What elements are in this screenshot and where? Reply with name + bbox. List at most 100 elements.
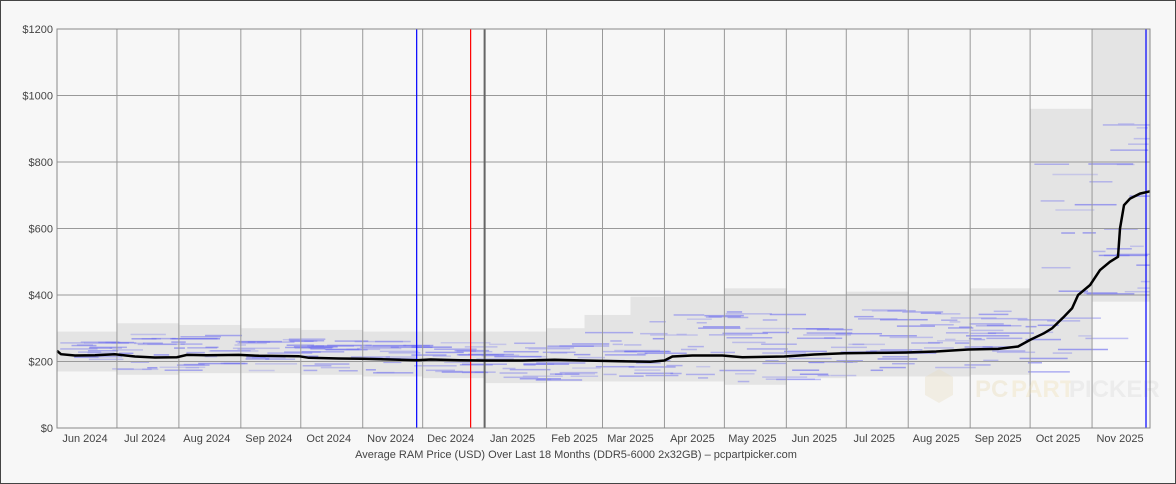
listing-price-bar bbox=[234, 344, 247, 346]
listing-price-bar bbox=[1130, 245, 1144, 248]
listing-price-bar bbox=[993, 310, 1012, 313]
x-tick-label: Dec 2024 bbox=[427, 433, 474, 445]
listing-price-bar bbox=[726, 311, 743, 313]
listing-price-bar bbox=[208, 350, 259, 352]
listing-price-bar bbox=[237, 348, 256, 350]
y-axis: $0 $200 $400 $600 $800 $1000 $1200 bbox=[22, 24, 53, 435]
listing-price-bar bbox=[314, 363, 350, 365]
listing-price-bar bbox=[680, 348, 697, 351]
listing-price-bar bbox=[1082, 232, 1096, 234]
listing-price-bar bbox=[248, 369, 275, 372]
x-tick-label: Jan 2025 bbox=[490, 433, 535, 445]
listing-price-bar bbox=[376, 371, 395, 374]
listing-price-bar bbox=[735, 373, 755, 375]
listing-price-bar bbox=[1041, 266, 1071, 269]
listing-price-bar bbox=[650, 334, 698, 336]
listing-price-bar bbox=[652, 337, 664, 340]
x-tick-label: Jul 2024 bbox=[124, 433, 166, 445]
listing-price-bar bbox=[411, 344, 430, 347]
listing-price-bar bbox=[153, 354, 170, 356]
listing-price-bar bbox=[117, 368, 152, 371]
price-range-segment bbox=[1030, 108, 1069, 362]
listing-price-bar bbox=[137, 343, 177, 346]
listing-price-bar bbox=[1074, 203, 1117, 206]
listing-price-bar bbox=[237, 342, 267, 345]
listing-price-bar bbox=[830, 346, 867, 349]
listing-price-bar bbox=[892, 362, 915, 365]
listing-price-bar bbox=[610, 340, 622, 342]
listing-price-bar bbox=[687, 345, 704, 348]
listing-price-bar bbox=[762, 331, 789, 334]
price-range-segment bbox=[786, 295, 847, 379]
listing-price-bar bbox=[554, 373, 580, 375]
listing-price-bar bbox=[183, 363, 205, 366]
listing-price-bar bbox=[737, 380, 750, 383]
listing-price-bar bbox=[282, 338, 300, 341]
listing-price-bar bbox=[923, 347, 954, 349]
x-tick-label: Jun 2024 bbox=[62, 433, 107, 445]
listing-price-bar bbox=[547, 345, 594, 347]
listing-price-bar bbox=[205, 346, 219, 349]
listing-price-bar bbox=[432, 355, 452, 357]
listing-price-bar bbox=[170, 337, 221, 340]
listing-price-bar bbox=[830, 374, 857, 377]
listing-price-bar bbox=[1019, 357, 1068, 360]
listing-price-bar bbox=[698, 327, 741, 329]
x-tick-label: Apr 2025 bbox=[670, 433, 715, 445]
y-tick-label: $400 bbox=[29, 290, 53, 302]
listing-price-bar bbox=[969, 323, 1004, 325]
listing-price-bar bbox=[499, 372, 528, 374]
listing-price-bar bbox=[769, 313, 807, 316]
listing-price-bar bbox=[1052, 173, 1098, 176]
listing-price-bar bbox=[180, 343, 203, 345]
x-tick-label: Nov 2025 bbox=[1096, 433, 1143, 445]
listing-price-bar bbox=[1117, 122, 1135, 125]
listing-price-bar bbox=[858, 318, 898, 320]
listing-price-bar bbox=[550, 352, 568, 354]
x-tick-label: Feb 2025 bbox=[551, 433, 597, 445]
listing-price-bar bbox=[1115, 253, 1150, 256]
listing-price-bar bbox=[1025, 325, 1037, 328]
x-tick-label: Sep 2024 bbox=[245, 433, 292, 445]
listing-price-bar bbox=[986, 337, 1023, 340]
listing-price-bar bbox=[732, 341, 766, 344]
x-tick-label: Sep 2025 bbox=[975, 433, 1022, 445]
listing-price-bar bbox=[935, 366, 976, 369]
listing-price-bar bbox=[327, 344, 372, 347]
listing-price-bar bbox=[522, 375, 563, 377]
listing-price-bar bbox=[964, 364, 991, 366]
listing-price-bar bbox=[109, 347, 122, 349]
listing-price-bar bbox=[1034, 163, 1070, 166]
listing-price-bar bbox=[879, 335, 917, 337]
listing-price-bar bbox=[509, 368, 551, 371]
listing-price-bar bbox=[503, 350, 539, 353]
listing-price-bar bbox=[852, 343, 865, 346]
listing-price-bar bbox=[1057, 348, 1108, 351]
listing-price-bar bbox=[726, 337, 773, 339]
listing-price-bar bbox=[1028, 371, 1070, 373]
price-range-segment bbox=[908, 295, 971, 377]
listing-price-bar bbox=[494, 355, 542, 358]
listing-price-bar bbox=[941, 319, 958, 321]
listing-price-bar bbox=[792, 327, 830, 330]
listing-price-bar bbox=[986, 324, 1012, 327]
listing-price-bar bbox=[702, 326, 741, 328]
listing-price-bar bbox=[936, 340, 970, 342]
listing-price-bar bbox=[1137, 287, 1150, 289]
svg-text:PC: PC bbox=[975, 376, 1008, 403]
listing-price-bar bbox=[76, 344, 94, 346]
listing-price-bar bbox=[573, 353, 591, 356]
listing-price-bar bbox=[788, 357, 832, 360]
listing-price-bar bbox=[954, 342, 970, 344]
x-tick-label: Nov 2024 bbox=[367, 433, 414, 445]
listing-price-bar bbox=[945, 338, 956, 341]
listing-price-bar bbox=[255, 363, 298, 365]
listing-price-bar bbox=[949, 321, 961, 323]
x-axis: Jun 2024 Jul 2024 Aug 2024 Sep 2024 Oct 2024… bbox=[62, 433, 1143, 445]
listing-price-bar bbox=[685, 373, 715, 376]
listing-price-bar bbox=[74, 356, 99, 359]
price-history-chart: PC PART PICKER $0$200$400$600$800$1000$1… bbox=[22, 24, 1159, 461]
listing-price-bar bbox=[762, 362, 787, 365]
listing-price-bar bbox=[1055, 209, 1095, 211]
listing-price-bar bbox=[324, 348, 360, 351]
